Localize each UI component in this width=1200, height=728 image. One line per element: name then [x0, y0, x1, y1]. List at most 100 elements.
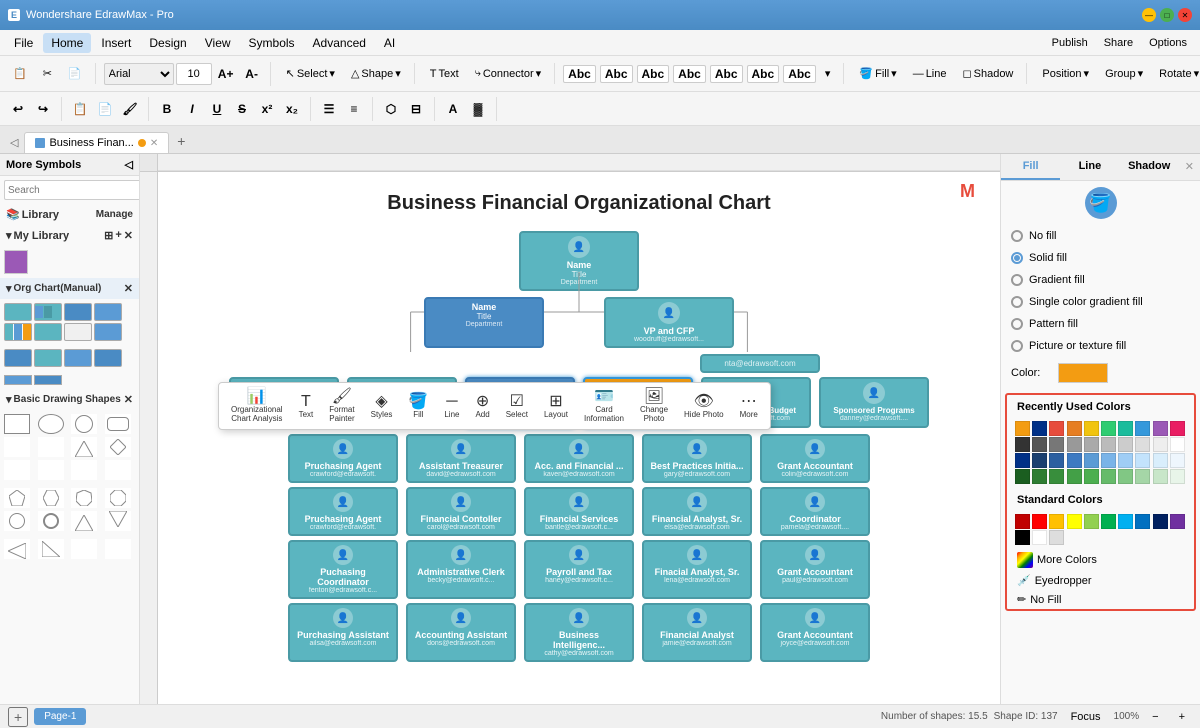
menu-ai[interactable]: AI — [376, 33, 403, 53]
color-cell[interactable] — [1118, 421, 1133, 436]
std-color-cell[interactable] — [1049, 530, 1064, 545]
shape-button[interactable]: △ Shape ▾ — [344, 63, 408, 84]
strikethrough-button[interactable]: S — [230, 97, 254, 121]
style-abc-1[interactable]: Abc — [563, 65, 596, 83]
color-cell[interactable] — [1015, 437, 1030, 452]
font-smaller-button[interactable]: A- — [240, 62, 264, 86]
maximize-button[interactable]: □ — [1160, 8, 1174, 22]
color-cell[interactable] — [1032, 469, 1047, 484]
shape-right-tri[interactable] — [38, 539, 64, 559]
color-cell[interactable] — [1084, 453, 1099, 468]
style-abc-3[interactable]: Abc — [637, 65, 670, 83]
ctx-org-analysis[interactable]: 📊 OrganizationalChart Analysis — [227, 387, 287, 425]
std-color-cell[interactable] — [1015, 530, 1030, 545]
menu-advanced[interactable]: Advanced — [305, 33, 374, 53]
menu-symbols[interactable]: Symbols — [241, 33, 303, 53]
close-button[interactable]: ✕ — [1178, 8, 1192, 22]
cut-button[interactable]: ✂ — [36, 63, 59, 84]
color-cell[interactable] — [1032, 421, 1047, 436]
rotate-button[interactable]: Rotate ▾ — [1152, 63, 1200, 84]
ctx-format-painter[interactable]: 🖌 FormatPainter — [325, 387, 358, 425]
color-cell[interactable] — [1084, 469, 1099, 484]
org-shape-5[interactable] — [4, 323, 32, 341]
highlight-button[interactable]: ▓ — [466, 97, 490, 121]
zoom-out-button[interactable]: − — [1145, 707, 1165, 727]
shape-9[interactable] — [4, 460, 30, 480]
org-shape-12[interactable] — [94, 349, 122, 367]
node-row0-2[interactable]: 👤 Acc. and Financial ... kaven@edrawsoft… — [524, 434, 634, 483]
node-row1-0[interactable]: 👤 Pruchasing Agent crawford@edrawsoft. — [288, 487, 398, 536]
focus-button[interactable]: Focus — [1064, 707, 1108, 727]
node-row1-4[interactable]: 👤 Coordinator pamela@edrawsoft.... — [760, 487, 870, 536]
color-cell[interactable] — [1049, 469, 1064, 484]
align-center-button[interactable]: ⊟ — [404, 97, 428, 121]
color-preview-swatch[interactable] — [1058, 363, 1108, 383]
paste-btn2[interactable]: 📋 — [68, 97, 92, 121]
node-mid-left[interactable]: Name Title Department — [424, 297, 544, 348]
select-button[interactable]: ↖ Select ▾ — [279, 63, 342, 84]
std-color-cell[interactable] — [1118, 514, 1133, 529]
color-cell[interactable] — [1135, 469, 1150, 484]
node-vp[interactable]: 👤 VP and CFP woodruff@edrawsoft... — [604, 297, 734, 348]
add-library-icon[interactable]: ⊞ — [104, 229, 113, 242]
text-button[interactable]: T Text — [423, 64, 466, 84]
shape-diamond[interactable] — [105, 437, 131, 457]
color-cell[interactable] — [1049, 437, 1064, 452]
std-color-cell[interactable] — [1101, 514, 1116, 529]
shape-tri-3[interactable] — [105, 511, 131, 531]
org-shape-1[interactable] — [4, 303, 32, 321]
canvas-content[interactable]: Business Financial Organizational Chart … — [158, 172, 1000, 704]
shadow-button[interactable]: ◻ Shadow — [955, 63, 1020, 84]
add-tab-button[interactable]: + — [169, 129, 193, 153]
org-shape-11[interactable] — [64, 349, 92, 367]
style-abc-5[interactable]: Abc — [710, 65, 743, 83]
org-shape-10[interactable] — [34, 349, 62, 367]
my-library-section[interactable]: ▾ My Library ⊞ + ✕ — [0, 225, 139, 246]
search-input[interactable] — [4, 180, 140, 200]
symbols-panel-toggle[interactable]: ◁ — [4, 132, 24, 153]
color-cell[interactable] — [1135, 437, 1150, 452]
underline-button[interactable]: U — [205, 97, 229, 121]
shape-tri-left[interactable] — [4, 539, 30, 559]
panel-collapse-icon[interactable]: ◁ — [125, 158, 133, 171]
node-row0-0[interactable]: 👤 Pruchasing Agent crawford@edrawsoft. — [288, 434, 398, 483]
style-abc-6[interactable]: Abc — [747, 65, 780, 83]
page-tab[interactable]: Page-1 — [34, 708, 86, 725]
color-cell[interactable] — [1067, 421, 1082, 436]
color-cell[interactable] — [1101, 453, 1116, 468]
italic-button[interactable]: I — [180, 97, 204, 121]
node-row2-2[interactable]: 👤 Payroll and Tax haney@edrawsoft.c... — [524, 540, 634, 599]
style-abc-4[interactable]: Abc — [673, 65, 706, 83]
ctx-layout[interactable]: ⊞ Layout — [540, 392, 572, 421]
bold-button[interactable]: B — [155, 97, 179, 121]
org-shape-7[interactable] — [64, 323, 92, 341]
line-button[interactable]: — Line — [906, 64, 954, 84]
std-color-cell[interactable] — [1153, 514, 1168, 529]
color-cell[interactable] — [1015, 469, 1030, 484]
node-row3-4[interactable]: 👤 Grant Accountant joyce@edrawsoft.com — [760, 603, 870, 662]
node-row0-3[interactable]: 👤 Best Practices Initia... gary@edrawsof… — [642, 434, 752, 483]
color-cell[interactable] — [1015, 453, 1030, 468]
color-cell[interactable] — [1170, 421, 1185, 436]
shape-10[interactable] — [38, 460, 64, 480]
node-row3-2[interactable]: 👤 Business Intelligenc... cathy@edrawsof… — [524, 603, 634, 662]
publish-button[interactable]: Publish — [1045, 33, 1095, 53]
tab-fill[interactable]: Fill — [1001, 154, 1060, 180]
node-row3-0[interactable]: 👤 Purchasing Assistant ailsa@edrawsoft.c… — [288, 603, 398, 662]
ctx-add[interactable]: ⊕ Add — [471, 392, 493, 421]
shape-4[interactable] — [4, 437, 30, 457]
group-button[interactable]: Group ▾ — [1098, 63, 1150, 84]
color-cell[interactable] — [1067, 469, 1082, 484]
color-cell[interactable] — [1153, 437, 1168, 452]
shape-misc-1[interactable] — [71, 539, 97, 559]
position-button[interactable]: Position ▾ — [1035, 63, 1096, 84]
zoom-in-button[interactable]: + — [1172, 707, 1192, 727]
color-cell[interactable] — [1015, 421, 1030, 436]
color-cell[interactable] — [1118, 453, 1133, 468]
right-panel-close[interactable]: ✕ — [1179, 154, 1200, 180]
org-shape-sm-2[interactable] — [34, 375, 62, 385]
font-size-input[interactable] — [176, 63, 212, 85]
align-left-button[interactable]: ⬡ — [379, 97, 403, 121]
shape-pentagon[interactable] — [4, 488, 30, 508]
shape-rectangle[interactable] — [4, 414, 30, 434]
